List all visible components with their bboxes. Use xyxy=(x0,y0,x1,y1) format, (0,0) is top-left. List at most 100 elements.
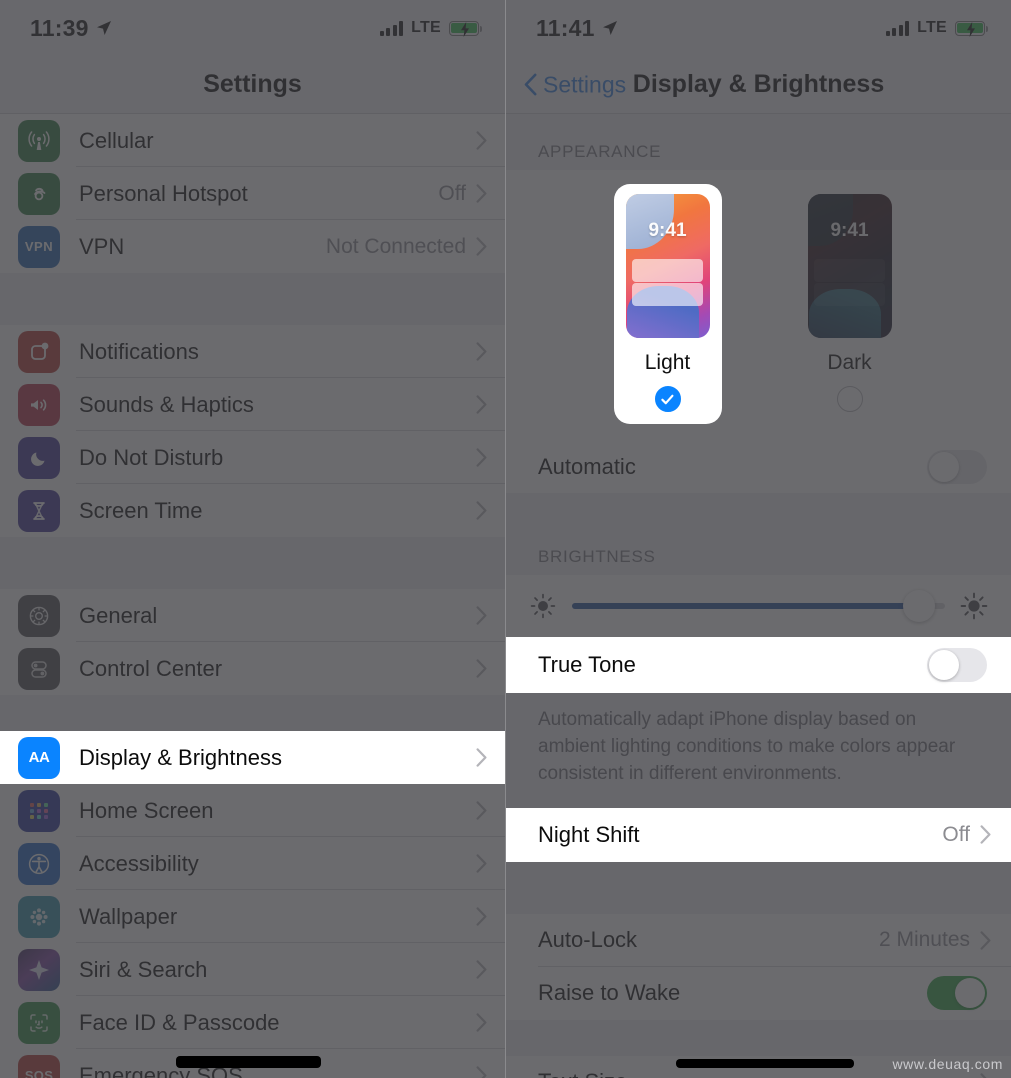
row-raise-to-wake[interactable]: Raise to Wake xyxy=(506,966,1011,1020)
display-brightness-panel: 11:41 LTE Settings Display & Brightness xyxy=(505,0,1011,1078)
sidebar-item-do-not-disturb[interactable]: Do Not Disturb xyxy=(0,431,505,484)
sidebar-item-label: Display & Brightness xyxy=(79,744,282,770)
sidebar-item-display-brightness[interactable]: AA Display & Brightness xyxy=(0,731,505,784)
appearance-option-light[interactable]: 9:41 Light xyxy=(613,184,722,424)
raise-to-wake-toggle[interactable] xyxy=(927,976,987,1011)
chevron-right-icon xyxy=(476,1013,487,1032)
true-tone-toggle[interactable] xyxy=(927,648,987,682)
brightness-slider-row[interactable] xyxy=(506,575,1011,637)
dark-mode-preview-icon: 9:41 xyxy=(807,194,892,338)
row-automatic[interactable]: Automatic xyxy=(506,440,1011,493)
true-tone-group: True Tone xyxy=(506,637,1011,693)
row-accessory: 2 Minutes xyxy=(879,928,1011,952)
appearance-option-label: Light xyxy=(644,351,691,374)
check-icon xyxy=(661,394,674,404)
sidebar-item-label: Personal Hotspot xyxy=(79,180,248,206)
sidebar-item-siri-search[interactable]: Siri & Search xyxy=(0,943,505,996)
group-gap xyxy=(0,537,505,589)
brightness-group xyxy=(506,575,1011,637)
chevron-left-icon xyxy=(524,73,537,96)
row-accessory xyxy=(927,976,1011,1011)
appearance-option-dark[interactable]: 9:41 Dark xyxy=(796,184,904,424)
row-night-shift[interactable]: Night Shift Off xyxy=(506,807,1011,862)
row-accessory xyxy=(476,1066,505,1078)
lock-group: Auto-Lock 2 Minutes Raise to Wake xyxy=(506,913,1011,1020)
row-accessory xyxy=(980,1073,1011,1078)
chevron-right-icon xyxy=(476,395,487,414)
redaction-bar-exposure xyxy=(176,1056,321,1068)
appearance-picker: 9:41 Light 9:41 Dark xyxy=(506,170,1011,440)
chevron-right-icon xyxy=(476,659,487,678)
chevron-right-icon xyxy=(476,960,487,979)
dark-mode-radio[interactable] xyxy=(836,386,863,412)
wallpaper-icon xyxy=(18,895,60,938)
chevron-right-icon xyxy=(476,748,487,767)
sidebar-item-cellular[interactable]: Cellular xyxy=(0,114,505,167)
automatic-toggle[interactable] xyxy=(927,449,987,484)
sidebar-item-personal-hotspot[interactable]: Personal Hotspot Off xyxy=(0,167,505,220)
light-mode-preview-icon: 9:41 xyxy=(625,194,710,338)
sidebar-item-control-center[interactable]: Control Center xyxy=(0,642,505,695)
row-accessory xyxy=(476,659,505,678)
night-shift-group: Night Shift Off xyxy=(506,807,1011,862)
face-id-icon xyxy=(18,1001,60,1044)
brightness-high-icon xyxy=(960,592,988,620)
chevron-right-icon xyxy=(476,342,487,361)
nav-bar-settings: Settings xyxy=(0,56,505,114)
cellular-icon xyxy=(18,119,60,162)
row-value: Off xyxy=(438,181,466,205)
sidebar-item-accessibility[interactable]: Accessibility xyxy=(0,837,505,890)
row-accessory xyxy=(476,342,505,361)
sidebar-item-label: Face ID & Passcode xyxy=(79,1009,280,1035)
row-true-tone[interactable]: True Tone xyxy=(506,637,1011,693)
sidebar-item-label: Do Not Disturb xyxy=(79,444,224,470)
vpn-icon: VPN xyxy=(18,225,60,268)
sidebar-item-screen-time[interactable]: Screen Time xyxy=(0,484,505,537)
sidebar-item-vpn[interactable]: VPN VPN Not Connected xyxy=(0,220,505,273)
row-accessory xyxy=(927,648,1011,682)
sidebar-item-sounds-haptics[interactable]: Sounds & Haptics xyxy=(0,378,505,431)
group-gap xyxy=(506,861,1011,914)
screenshot-root: 11:39 LTE Settings Cellular Personal Hot… xyxy=(0,0,1011,1078)
redaction-bar-bold-text xyxy=(676,1059,854,1068)
sidebar-item-wallpaper[interactable]: Wallpaper xyxy=(0,890,505,943)
signal-bars-icon xyxy=(379,20,404,36)
chevron-right-icon xyxy=(980,931,991,950)
row-label: Raise to Wake xyxy=(538,980,681,1006)
light-mode-radio[interactable] xyxy=(654,386,681,412)
battery-charging-icon xyxy=(449,20,483,37)
signal-bars-icon xyxy=(885,20,910,36)
row-value: 2 Minutes xyxy=(878,928,970,952)
home-screen-icon xyxy=(18,789,60,832)
row-label: Auto-Lock xyxy=(538,927,638,953)
status-bar-right: 11:41 LTE xyxy=(506,0,1011,56)
personal-hotspot-icon xyxy=(18,172,60,215)
general-gear-icon xyxy=(18,594,60,637)
sidebar-item-home-screen[interactable]: Home Screen xyxy=(0,784,505,837)
preview-time: 9:41 xyxy=(830,220,869,241)
sidebar-item-label: Cellular xyxy=(79,127,154,153)
row-accessory xyxy=(476,960,505,979)
row-accessory xyxy=(476,854,505,873)
back-button-label: Settings xyxy=(543,71,627,97)
row-auto-lock[interactable]: Auto-Lock 2 Minutes xyxy=(506,913,1011,967)
sidebar-item-face-id-passcode[interactable]: Face ID & Passcode xyxy=(0,996,505,1049)
sounds-haptics-icon xyxy=(18,383,60,426)
status-left-group: 11:41 xyxy=(536,15,618,42)
sidebar-item-label: Siri & Search xyxy=(79,956,208,982)
back-button[interactable]: Settings xyxy=(524,71,626,98)
sidebar-item-general[interactable]: General xyxy=(0,589,505,642)
sidebar-item-label: Accessibility xyxy=(79,850,199,876)
brightness-slider-track[interactable] xyxy=(572,590,945,622)
notifications-icon xyxy=(18,330,60,373)
row-accessory xyxy=(476,907,505,926)
status-left-group: 11:39 xyxy=(30,15,112,42)
sidebar-item-label: Control Center xyxy=(79,655,223,681)
control-center-icon xyxy=(18,647,60,690)
nav-bar-display: Settings Display & Brightness xyxy=(506,56,1011,114)
sidebar-item-notifications[interactable]: Notifications xyxy=(0,325,505,378)
siri-search-icon xyxy=(18,948,60,991)
sidebar-item-label: Sounds & Haptics xyxy=(79,391,254,417)
status-right-group: LTE xyxy=(885,19,989,37)
page-title: Settings xyxy=(203,70,302,98)
